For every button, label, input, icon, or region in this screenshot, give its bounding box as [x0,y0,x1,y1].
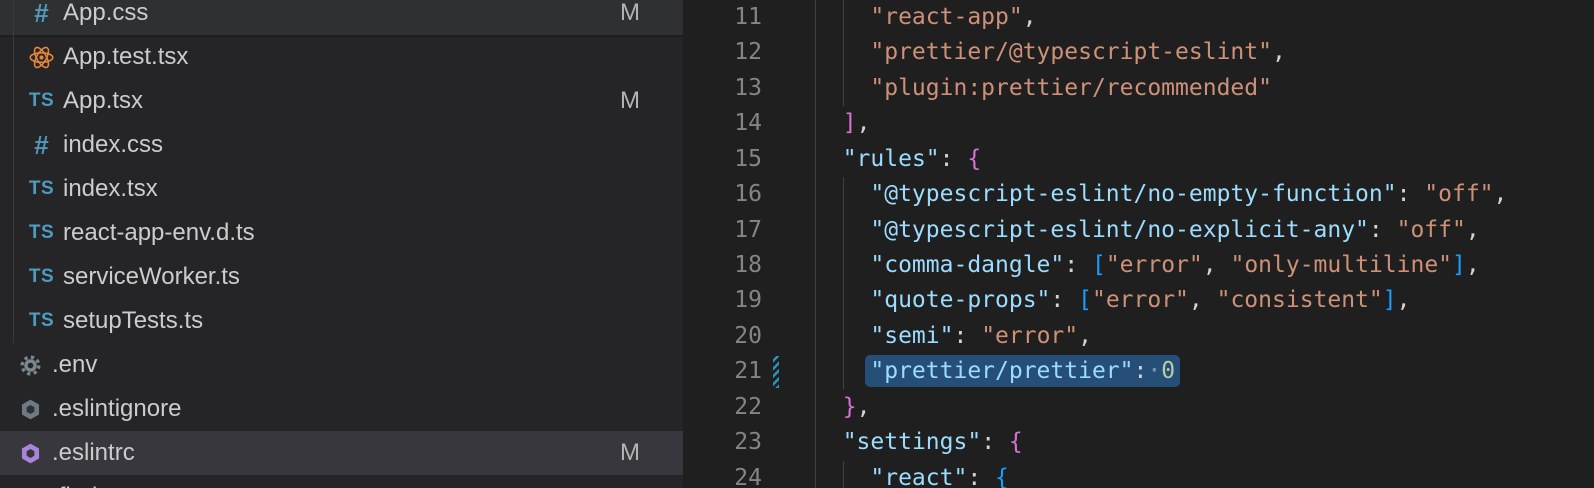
file-name: .eslintignore [52,395,181,423]
typescript-icon: TS [28,88,55,115]
file-list: # App.css M App.test.tsx TS App.tsx M # index.cs… [0,0,683,488]
code-line-20[interactable]: 20 "semi": "error", [683,319,1594,355]
file-row-index-tsx[interactable]: TS index.tsx [0,167,683,211]
css-hash-icon: # [28,0,55,27]
line-number[interactable]: 15 [683,142,762,177]
file-name: index.tsx [63,175,158,203]
code-line-16[interactable]: 16 "@typescript-eslint/no-empty-function… [683,177,1594,213]
line-number[interactable]: 17 [683,213,762,248]
css-hash-icon: # [28,132,55,159]
file-row-setupTests-ts[interactable]: TS setupTests.ts [0,299,683,343]
file-row-firebaserc[interactable]: .firebaserc [0,475,683,488]
react-icon [28,44,55,71]
code-line-text: "quote-props": ["error", "consistent"], [815,283,1411,318]
typescript-icon: TS [28,220,55,247]
git-modified-line-indicator [773,356,779,388]
file-row-eslintignore[interactable]: .eslintignore [0,387,683,431]
file-name: App.test.tsx [63,43,188,71]
file-row-serviceWorker-ts[interactable]: TS serviceWorker.ts [0,255,683,299]
code-line-text: "settings": { [815,425,1023,460]
code-line-text: "prettier/prettier":·0 [815,354,1175,389]
file-row-react-app-env-d-ts[interactable]: TS react-app-env.d.ts [0,211,683,255]
code-line-text: }, [815,390,870,425]
typescript-icon: TS [28,176,55,203]
file-name: setupTests.ts [63,307,203,335]
git-modified-badge: M [620,439,640,467]
line-number[interactable]: 11 [683,0,762,35]
line-number[interactable]: 22 [683,390,762,425]
code-line-text: "comma-dangle": ["error", "only-multilin… [815,248,1480,283]
selection-highlight: "prettier/prettier":·0 [865,355,1180,387]
code-editor[interactable]: 11 "react-app",12 "prettier/@typescript-… [683,0,1594,488]
line-number[interactable]: 19 [683,283,762,318]
file-name: App.tsx [63,87,143,115]
code-line-text: "@typescript-eslint/no-explicit-any": "o… [815,213,1480,248]
git-modified-badge: M [620,0,640,27]
eslint-purple-icon [17,440,44,467]
file-name: react-app-env.d.ts [63,219,255,247]
file-row-App-css[interactable]: # App.css M [0,0,683,35]
code-line-14[interactable]: 14 ], [683,106,1594,142]
code-line-text: "rules": { [815,142,981,177]
code-line-text: "react": { [815,461,1009,488]
file-name: .eslintrc [52,439,135,467]
line-number[interactable]: 13 [683,71,762,106]
code-line-15[interactable]: 15 "rules": { [683,142,1594,178]
code-line-13[interactable]: 13 "plugin:prettier/recommended" [683,71,1594,107]
code-line-12[interactable]: 12 "prettier/@typescript-eslint", [683,35,1594,71]
eslint-gray-icon [17,396,44,423]
firebase-flame-icon [17,484,44,488]
line-number[interactable]: 23 [683,425,762,460]
file-row-index-css[interactable]: # index.css [0,123,683,167]
line-number[interactable]: 16 [683,177,762,212]
line-number[interactable]: 20 [683,319,762,354]
file-row-eslintrc[interactable]: .eslintrc M [0,431,683,475]
file-row-env[interactable]: .env [0,343,683,387]
file-name: .firebaserc [52,483,164,488]
code-line-text: "react-app", [815,0,1037,35]
line-number[interactable]: 21 [683,354,762,389]
code-line-18[interactable]: 18 "comma-dangle": ["error", "only-multi… [683,248,1594,284]
gear-icon [17,352,44,379]
file-name: index.css [63,131,163,159]
code-line-21[interactable]: 21 "prettier/prettier":·0 [683,354,1594,390]
file-explorer-sidebar: # App.css M App.test.tsx TS App.tsx M # index.cs… [0,0,683,488]
code-line-23[interactable]: 23 "settings": { [683,425,1594,461]
code-line-text: "semi": "error", [815,319,1092,354]
line-number[interactable]: 12 [683,35,762,70]
file-row-App-tsx[interactable]: TS App.tsx M [0,79,683,123]
code-line-17[interactable]: 17 "@typescript-eslint/no-explicit-any":… [683,213,1594,249]
code-line-text: "prettier/@typescript-eslint", [815,35,1286,70]
git-modified-badge: M [620,87,640,115]
file-name: serviceWorker.ts [63,263,240,291]
tree-indent-guide [13,0,14,343]
code-line-19[interactable]: 19 "quote-props": ["error", "consistent"… [683,283,1594,319]
file-row-App-test-tsx[interactable]: App.test.tsx [0,35,683,79]
code-line-11[interactable]: 11 "react-app", [683,0,1594,36]
line-number[interactable]: 18 [683,248,762,283]
line-number[interactable]: 24 [683,461,762,488]
code-line-24[interactable]: 24 "react": { [683,461,1594,488]
code-line-text: "@typescript-eslint/no-empty-function": … [815,177,1507,212]
code-line-22[interactable]: 22 }, [683,390,1594,426]
line-number[interactable]: 14 [683,106,762,141]
code-line-text: ], [815,106,870,141]
file-name: App.css [63,0,148,27]
typescript-icon: TS [28,308,55,335]
file-name: .env [52,351,97,379]
typescript-icon: TS [28,264,55,291]
code-line-text: "plugin:prettier/recommended" [815,71,1272,106]
